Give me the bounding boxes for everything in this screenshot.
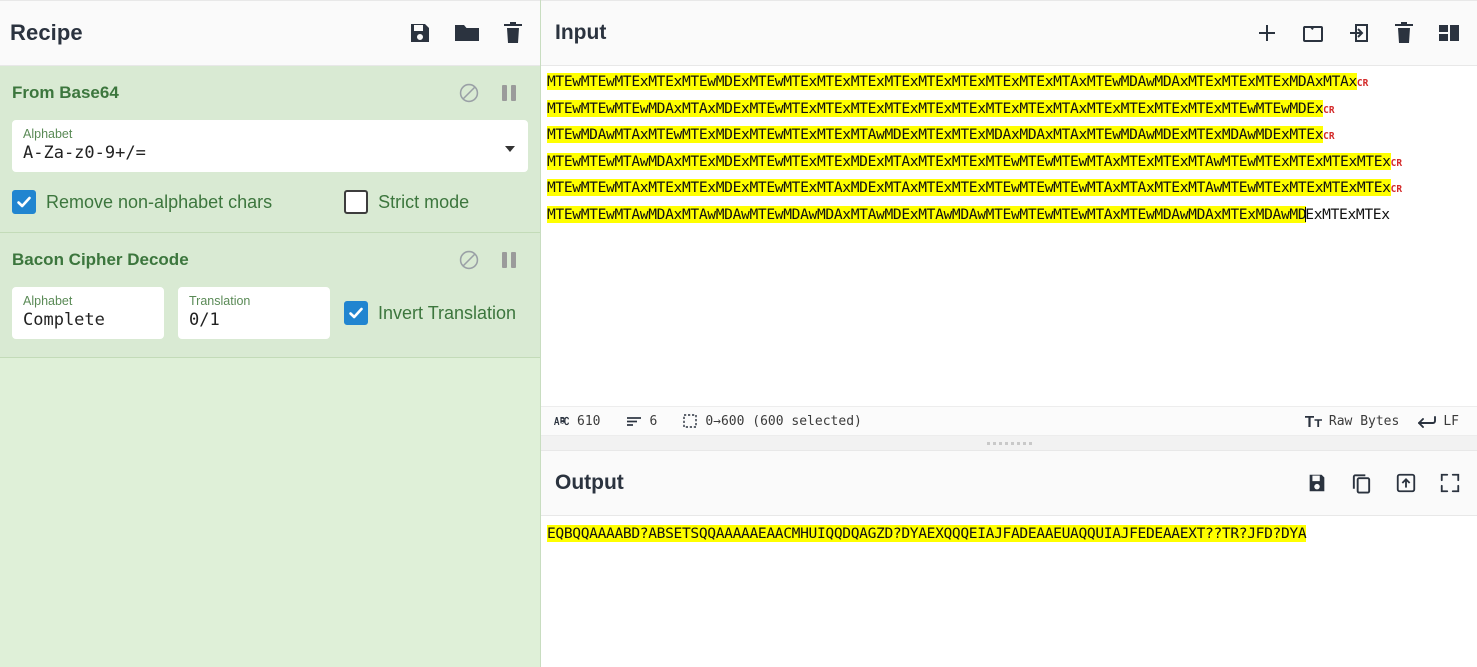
output-pane-title: Output <box>555 471 624 494</box>
translation-label: Translation <box>189 294 251 308</box>
io-pane: Input MTEwMTEwMTExMTExMTEwMDExMTEwMTExMT… <box>541 0 1477 667</box>
input-toolbar <box>1255 21 1461 45</box>
checkbox-box <box>344 190 369 214</box>
output-title-bar: Output <box>541 450 1477 516</box>
crlf-marker: CR <box>1356 78 1369 89</box>
input-length-stat: 610 <box>553 414 600 429</box>
input-line-ending-value: LF <box>1443 413 1459 429</box>
maximise-output-icon[interactable] <box>1439 472 1461 494</box>
operation-header: Bacon Cipher Decode <box>12 245 528 275</box>
output-text-wrap: EQBQQAAAABD?ABSETSQQAAAAAEAACMHUIQQDQAGZ… <box>541 522 1477 547</box>
input-lines-value: 6 <box>649 413 658 429</box>
replace-input-with-output-icon[interactable] <box>1395 471 1417 495</box>
recipe-pane-title: Recipe <box>10 20 83 45</box>
alphabet-select-bacon[interactable]: Alphabet Complete <box>12 287 164 339</box>
open-folder-as-input-icon[interactable] <box>1301 21 1325 45</box>
input-status-bar: 610 6 0→600 (600 selected) Raw Bytes LF <box>541 406 1477 436</box>
input-line-3: MTEwMDAwMTAxMTEwMTExMDExMTEwMTExMTExMTAw… <box>547 126 1324 143</box>
input-line-6-unselected: ExMTExMTEx <box>1305 205 1390 223</box>
clear-input-icon[interactable] <box>1393 21 1415 45</box>
output-text: EQBQQAAAABD?ABSETSQQAAAAAEAACMHUIQQDQAGZ… <box>547 525 1307 542</box>
recipe-toolbar <box>408 21 524 45</box>
input-selection-stat: 0→600 (600 selected) <box>683 414 862 429</box>
input-selection-value: 0→600 (600 selected) <box>705 413 862 429</box>
translation-select-bacon[interactable]: Translation 0/1 <box>178 287 330 339</box>
input-encoding-value: Raw Bytes <box>1328 413 1400 429</box>
breakpoint-icon[interactable] <box>500 250 518 270</box>
alphabet-value: A-Za-z0-9+/= <box>23 143 146 163</box>
input-encoding-stat[interactable]: Raw Bytes <box>1304 413 1400 429</box>
operation-title: Bacon Cipher Decode <box>12 250 189 269</box>
alphabet-select-base64[interactable]: Alphabet A-Za-z0-9+/= <box>12 120 528 172</box>
load-recipe-icon[interactable] <box>454 21 480 45</box>
io-splitter[interactable] <box>541 436 1477 450</box>
remove-non-alphabet-chars-checkbox[interactable]: Remove non-alphabet chars <box>12 190 272 214</box>
checkbox-label: Remove non-alphabet chars <box>46 191 273 212</box>
alphabet-label: Alphabet <box>23 294 73 308</box>
checkbox-label: Strict mode <box>378 191 470 212</box>
lines-icon <box>626 415 642 427</box>
operation-from-base64[interactable]: From Base64 Alphabet A-Za-z0-9+/= Remove… <box>0 66 540 233</box>
input-line-2: MTEwMTEwMTEwMDAxMTAxMDExMTEwMTExMTExMTEx… <box>547 99 1324 117</box>
input-line-4: MTEwMTEwMTAwMDAxMTExMDExMTEwMTExMTExMDEx… <box>547 152 1391 170</box>
save-recipe-icon[interactable] <box>408 21 432 45</box>
recipe-pane: Recipe From Base64 Alphabet A-Za-z0-9+/=… <box>0 0 541 667</box>
selection-icon <box>683 414 698 428</box>
abc-icon <box>553 415 570 427</box>
translation-value: 0/1 <box>189 310 220 330</box>
input-line-1: MTEwMTEwMTExMTExMTEwMDExMTEwMTExMTExMTEx… <box>547 73 1357 90</box>
output-editor[interactable]: EQBQQAAAABD?ABSETSQQAAAAAEAACMHUIQQDQAGZ… <box>541 516 1477 667</box>
crlf-marker: CR <box>1323 131 1335 142</box>
operation-bacon-cipher-decode[interactable]: Bacon Cipher Decode Alphabet Complete Tr… <box>0 233 540 358</box>
operation-controls <box>458 249 528 271</box>
input-line-6: MTEwMTEwMTAwMDAxMTAwMDAwMTEwMDAwMDAxMTAw… <box>547 205 1307 223</box>
splitter-grip-icon <box>986 441 1032 445</box>
operation-args: Alphabet A-Za-z0-9+/= <box>12 120 528 172</box>
input-pane-title: Input <box>555 21 607 44</box>
operation-controls <box>458 82 528 104</box>
clear-recipe-icon[interactable] <box>502 21 524 45</box>
output-toolbar <box>1306 471 1461 495</box>
input-editor[interactable]: MTEwMTEwMTExMTExMTEwMDExMTEwMTExMTExMTEx… <box>541 66 1477 406</box>
crlf-marker: CR <box>1390 157 1403 169</box>
disable-icon[interactable] <box>458 249 480 271</box>
alphabet-value: Complete <box>23 310 105 330</box>
strict-mode-checkbox[interactable]: Strict mode <box>344 190 469 214</box>
operation-args: Alphabet Complete Translation 0/1 Invert… <box>12 287 528 339</box>
input-lines-stat: 6 <box>626 414 657 429</box>
cyberchef-app: Recipe From Base64 Alphabet A-Za-z0-9+/=… <box>0 0 1477 667</box>
breakpoint-icon[interactable] <box>500 83 518 103</box>
disable-icon[interactable] <box>458 82 480 104</box>
checkbox-box <box>12 190 36 214</box>
input-line-5: MTEwMTEwMTAxMTExMTExMDExMTEwMTExMTAxMDEx… <box>547 179 1391 196</box>
input-line-ending-stat[interactable]: LF <box>1417 414 1459 429</box>
return-icon <box>1417 415 1437 428</box>
alphabet-label: Alphabet <box>23 127 73 141</box>
crlf-marker: CR <box>1390 184 1403 195</box>
open-file-as-input-icon[interactable] <box>1347 21 1371 45</box>
save-output-icon[interactable] <box>1306 471 1328 495</box>
operation-title: From Base64 <box>12 83 119 102</box>
chevron-down-icon[interactable] <box>505 146 515 152</box>
crlf-marker: CR <box>1323 104 1335 116</box>
input-text[interactable]: MTEwMTEwMTExMTExMTEwMDExMTEwMTExMTExMTEx… <box>541 70 1477 227</box>
operation-checkboxes: Remove non-alphabet chars Strict mode <box>12 190 528 214</box>
operation-header: From Base64 <box>12 78 528 108</box>
invert-translation-checkbox[interactable]: Invert Translation <box>344 301 516 325</box>
checkbox-label: Invert Translation <box>378 302 517 323</box>
add-input-tab-icon[interactable] <box>1255 21 1279 45</box>
checkbox-box <box>344 301 368 325</box>
copy-output-icon[interactable] <box>1350 471 1373 495</box>
input-length-value: 610 <box>577 413 601 429</box>
font-icon <box>1304 415 1322 428</box>
reset-pane-layout-icon[interactable] <box>1437 21 1461 45</box>
recipe-title-bar: Recipe <box>0 0 540 66</box>
input-status-right: Raw Bytes LF <box>1304 413 1467 429</box>
input-title-bar: Input <box>541 0 1477 66</box>
recipe-operations-list: From Base64 Alphabet A-Za-z0-9+/= Remove… <box>0 66 540 667</box>
